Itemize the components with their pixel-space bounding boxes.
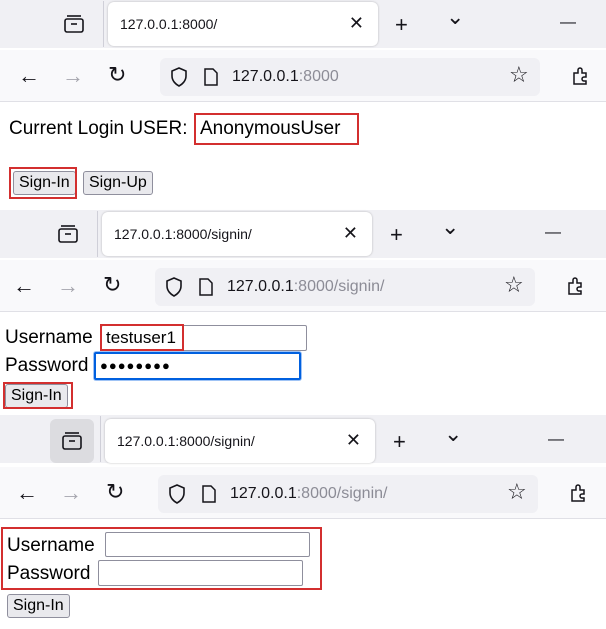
tab-title: 127.0.0.1:8000/signin/ xyxy=(114,226,252,242)
back-arrow-icon[interactable]: ← xyxy=(16,482,38,504)
page-content: Username Password Sign-In xyxy=(0,520,606,629)
highlight-current-user xyxy=(194,113,359,145)
page-icon[interactable] xyxy=(202,485,216,503)
url-bar[interactable]: 127.0.0.1:8000/signin/ xyxy=(155,268,535,306)
tab-separator xyxy=(97,211,98,257)
tab-strip: 127.0.0.1:8000/signin/ ✕ + ⌄ — xyxy=(0,415,606,463)
minimize-icon[interactable]: — xyxy=(548,429,564,451)
password-label: Password xyxy=(5,355,89,376)
minimize-icon[interactable]: — xyxy=(560,12,576,34)
nav-bar: ← → ↻ 127.0.0.1:8000/signin/ ☆ xyxy=(0,467,606,519)
tab-list-chevron-icon[interactable]: ⌄ xyxy=(444,423,462,445)
shield-icon[interactable] xyxy=(170,67,188,87)
close-tab-icon[interactable]: ✕ xyxy=(346,431,361,449)
bookmark-star-icon[interactable]: ☆ xyxy=(507,481,527,503)
tab-strip: 127.0.0.1:8000/ ✕ + ⌄ — xyxy=(0,0,606,48)
tab-overview-icon xyxy=(64,15,84,33)
reload-icon[interactable]: ↻ xyxy=(103,274,121,296)
highlight-signin-button xyxy=(3,382,73,409)
signup-button[interactable]: Sign-Up xyxy=(83,171,153,195)
url-path: :8000/signin/ xyxy=(296,485,388,502)
firefox-view-button[interactable] xyxy=(50,419,94,463)
url-path: :8000 xyxy=(298,68,339,85)
page-icon[interactable] xyxy=(199,278,213,296)
back-arrow-icon[interactable]: ← xyxy=(18,65,40,87)
tab-overview-icon xyxy=(62,432,82,450)
url-host: 127.0.0.1 xyxy=(230,485,297,502)
nav-bar: ← → ↻ 127.0.0.1:8000 ☆ xyxy=(0,50,606,102)
tab-list-chevron-icon[interactable]: ⌄ xyxy=(446,6,464,28)
tab-signin[interactable]: 127.0.0.1:8000/signin/ ✕ xyxy=(102,212,372,256)
forward-arrow-icon[interactable]: → xyxy=(57,275,79,297)
tab-separator xyxy=(100,416,101,462)
close-tab-icon[interactable]: ✕ xyxy=(349,14,364,32)
tab-separator xyxy=(103,1,104,47)
username-label: Username xyxy=(5,327,93,348)
bookmark-star-icon[interactable]: ☆ xyxy=(504,274,524,296)
current-login-label: Current Login USER: xyxy=(9,118,188,139)
url-bar[interactable]: 127.0.0.1:8000 xyxy=(160,58,540,96)
close-tab-icon[interactable]: ✕ xyxy=(343,224,358,242)
firefox-view-button[interactable] xyxy=(52,2,96,46)
url-host: 127.0.0.1 xyxy=(227,278,294,295)
extensions-icon[interactable] xyxy=(566,276,586,296)
tab-overview-icon xyxy=(58,225,78,243)
tab-title: 127.0.0.1:8000/signin/ xyxy=(117,433,255,449)
bookmark-star-icon[interactable]: ☆ xyxy=(509,64,529,86)
tab-home[interactable]: 127.0.0.1:8000/ ✕ xyxy=(108,2,378,46)
forward-arrow-icon[interactable]: → xyxy=(60,482,82,504)
signin-button[interactable]: Sign-In xyxy=(7,594,70,618)
tab-title: 127.0.0.1:8000/ xyxy=(120,16,218,32)
tab-list-chevron-icon[interactable]: ⌄ xyxy=(441,216,459,238)
highlight-login-form xyxy=(1,527,322,590)
highlight-username-input xyxy=(100,324,184,351)
new-tab-icon[interactable]: + xyxy=(390,224,403,246)
minimize-icon[interactable]: — xyxy=(545,222,561,244)
tab-signin[interactable]: 127.0.0.1:8000/signin/ ✕ xyxy=(105,419,375,463)
highlight-signin-button xyxy=(9,167,77,199)
shield-icon[interactable] xyxy=(168,484,186,504)
url-bar[interactable]: 127.0.0.1:8000/signin/ xyxy=(158,475,538,513)
page-content: Username testuser1 Password ●●●●●●●● Sig… xyxy=(0,313,606,415)
nav-bar: ← → ↻ 127.0.0.1:8000/signin/ ☆ xyxy=(0,260,606,312)
firefox-view-button[interactable] xyxy=(46,212,90,256)
panel-signin-empty: 127.0.0.1:8000/signin/ ✕ + ⌄ — ← → ↻ 127… xyxy=(0,415,606,629)
shield-icon[interactable] xyxy=(165,277,183,297)
reload-icon[interactable]: ↻ xyxy=(108,64,126,86)
back-arrow-icon[interactable]: ← xyxy=(13,275,35,297)
tab-strip: 127.0.0.1:8000/signin/ ✕ + ⌄ — xyxy=(0,210,606,258)
url-host: 127.0.0.1 xyxy=(232,68,299,85)
extensions-icon[interactable] xyxy=(569,483,589,503)
panel-signin-filled: 127.0.0.1:8000/signin/ ✕ + ⌄ — ← → ↻ 127… xyxy=(0,210,606,415)
forward-arrow-icon[interactable]: → xyxy=(62,65,84,87)
page-content: Current Login USER: AnonymousUser Sign-I… xyxy=(0,103,606,210)
page-icon[interactable] xyxy=(204,68,218,86)
new-tab-icon[interactable]: + xyxy=(395,14,408,36)
password-input[interactable]: ●●●●●●●● xyxy=(94,352,301,380)
new-tab-icon[interactable]: + xyxy=(393,431,406,453)
url-path: :8000/signin/ xyxy=(293,278,385,295)
extensions-icon[interactable] xyxy=(571,66,591,86)
reload-icon[interactable]: ↻ xyxy=(106,481,124,503)
panel-home: 127.0.0.1:8000/ ✕ + ⌄ — ← → ↻ 127.0.0.1:… xyxy=(0,0,606,210)
